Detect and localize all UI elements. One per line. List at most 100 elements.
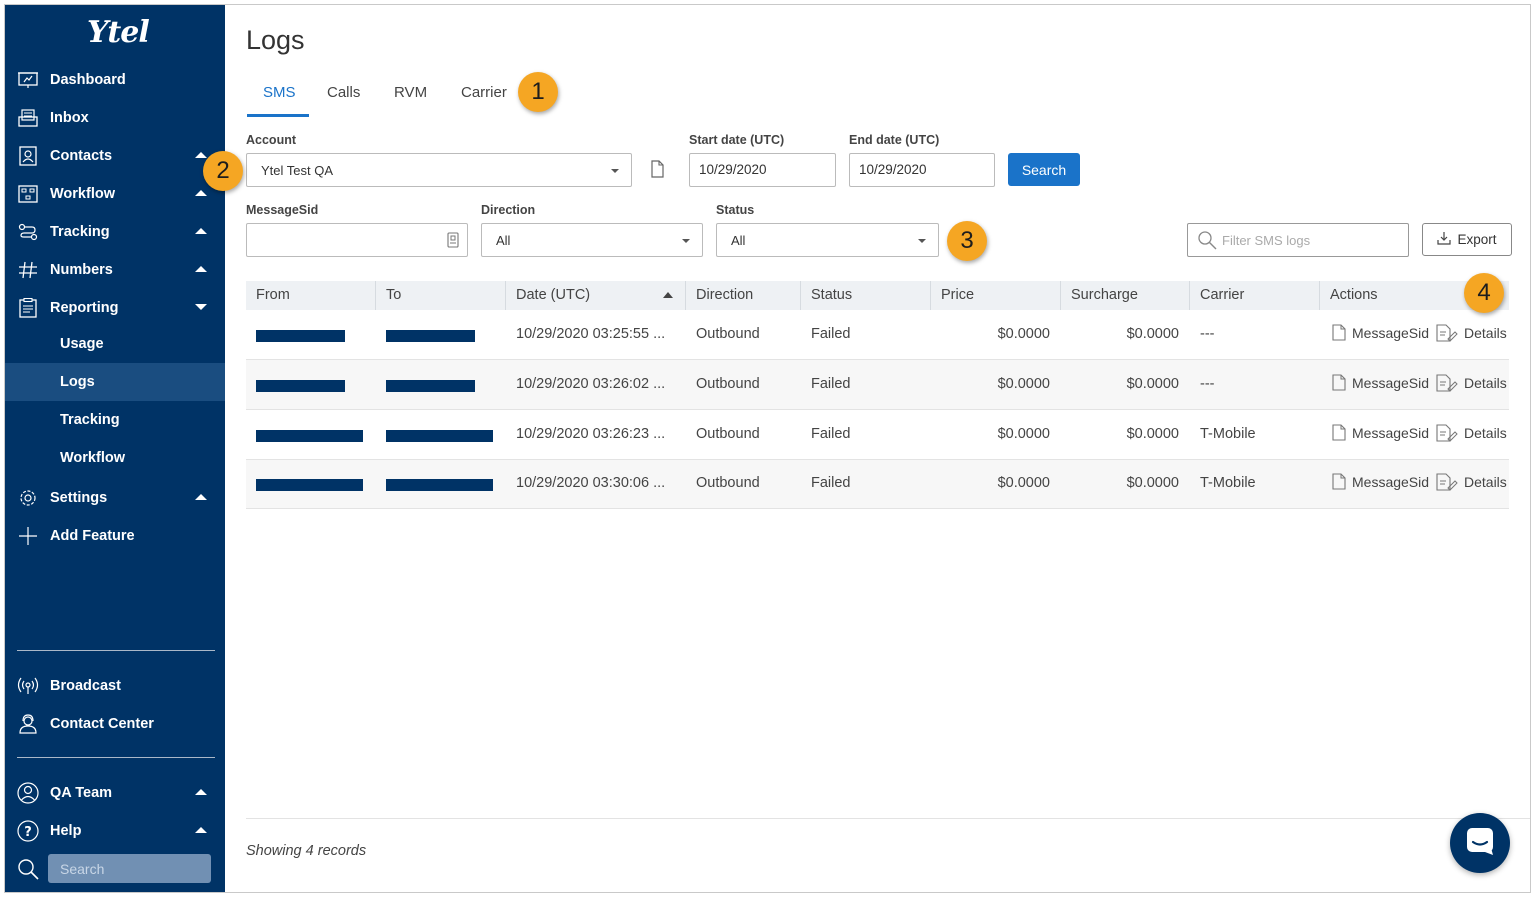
sidebar-item-contacts[interactable]: Contacts	[5, 137, 225, 175]
messagesid-action-label: MessageSid	[1352, 374, 1430, 391]
messagesid-action[interactable]: MessageSid	[1332, 424, 1429, 441]
column-header-to[interactable]: To	[376, 281, 506, 310]
account-select[interactable]: Ytel Test QA	[246, 153, 632, 187]
sidebar-divider	[17, 650, 215, 651]
messagesid-action[interactable]: MessageSid	[1332, 374, 1429, 391]
cell-surcharge: $0.0000	[1126, 475, 1179, 491]
cell-price: $0.0000	[997, 326, 1050, 342]
details-action[interactable]: Details	[1436, 374, 1507, 392]
sidebar-item-team[interactable]: QA Team	[5, 774, 225, 812]
sidebar-item-inbox[interactable]: Inbox	[5, 99, 225, 137]
sidebar-item-add-feature[interactable]: Add Feature	[5, 517, 225, 555]
sidebar-item-broadcast[interactable]: Broadcast	[5, 667, 225, 705]
main-content: Logs SMS Calls RVM Carrier 1 Account Yte…	[203, 5, 1530, 892]
sidebar-item-label: QA Team	[50, 785, 113, 801]
details-action[interactable]: Details	[1436, 424, 1507, 442]
cell-surcharge: $0.0000	[1126, 376, 1179, 392]
table-row[interactable]: 10/29/2020 03:26:02 ... Outbound Failed …	[246, 360, 1509, 410]
column-header-from[interactable]: From	[246, 281, 376, 310]
messagesid-input[interactable]	[246, 223, 468, 257]
cell-status: Failed	[811, 376, 851, 392]
sidebar-subitem-label: Usage	[60, 336, 104, 352]
export-button[interactable]: Export	[1422, 223, 1512, 256]
status-label: Status	[716, 203, 755, 217]
sidebar-item-label: Tracking	[50, 224, 110, 240]
end-date-input[interactable]: 10/29/2020	[849, 153, 995, 187]
tab-sms[interactable]: SMS	[263, 84, 296, 101]
filter-sms-logs-input[interactable]: Filter SMS logs	[1187, 223, 1409, 257]
messagesid-action[interactable]: MessageSid	[1332, 324, 1429, 341]
sidebar-item-label: Add Feature	[50, 528, 135, 544]
sidebar-item-label: Contacts	[50, 148, 113, 164]
column-header-direction[interactable]: Direction	[686, 281, 801, 310]
sidebar-item-settings[interactable]: Settings	[5, 479, 225, 517]
svg-text:?: ?	[24, 825, 32, 840]
table-row[interactable]: 10/29/2020 03:30:06 ... Outbound Failed …	[246, 460, 1509, 509]
callout-badge-2: 2	[203, 151, 243, 191]
table-row[interactable]: 10/29/2020 03:26:23 ... Outbound Failed …	[246, 410, 1509, 460]
messagesid-action-label: MessageSid	[1352, 424, 1430, 441]
sidebar-item-label: Reporting	[50, 300, 119, 316]
cell-status: Failed	[811, 426, 851, 442]
document-icon	[1332, 424, 1346, 441]
messagesid-action-label: MessageSid	[1352, 473, 1430, 490]
sidebar-subitem-usage[interactable]: Usage	[5, 325, 225, 363]
details-action[interactable]: Details	[1436, 473, 1507, 491]
tab-calls[interactable]: Calls	[327, 84, 360, 101]
record-count: Showing 4 records	[246, 843, 367, 859]
ytel-logo[interactable]: Ytel	[87, 15, 150, 50]
cell-price: $0.0000	[997, 475, 1050, 491]
sidebar-item-dashboard[interactable]: Dashboard	[5, 61, 225, 99]
sidebar-subitem-workflow[interactable]: Workflow	[5, 439, 225, 477]
sidebar-item-numbers[interactable]: Numbers	[5, 251, 225, 289]
direction-select-value: All	[496, 233, 511, 248]
sidebar-item-help[interactable]: ? Help	[5, 812, 225, 850]
sidebar-search-input[interactable]: Search	[48, 854, 211, 883]
sidebar-subitem-label: Tracking	[60, 412, 120, 428]
column-header-surcharge[interactable]: Surcharge	[1061, 281, 1190, 310]
search-icon	[17, 858, 39, 885]
search-button[interactable]: Search	[1008, 153, 1080, 186]
start-date-input[interactable]: 10/29/2020	[689, 153, 836, 187]
tab-rvm[interactable]: RVM	[394, 84, 427, 101]
export-button-label: Export	[1457, 232, 1497, 247]
tab-carrier[interactable]: Carrier	[461, 84, 507, 101]
cell-surcharge: $0.0000	[1126, 326, 1179, 342]
details-action-label: Details	[1464, 474, 1507, 490]
gear-icon	[17, 488, 39, 508]
sidebar-subitem-logs[interactable]: Logs	[5, 363, 225, 401]
chevron-up-icon	[195, 789, 207, 795]
redacted-from	[256, 430, 363, 442]
details-action-label: Details	[1464, 425, 1507, 441]
details-action[interactable]: Details	[1436, 324, 1507, 342]
sidebar-item-label: Inbox	[50, 110, 89, 126]
edit-document-icon	[1436, 374, 1458, 392]
sidebar-item-contact-center[interactable]: Contact Center	[5, 705, 225, 743]
cell-direction: Outbound	[696, 475, 760, 491]
column-header-carrier[interactable]: Carrier	[1190, 281, 1320, 310]
sidebar-subitem-tracking[interactable]: Tracking	[5, 401, 225, 439]
cell-surcharge: $0.0000	[1126, 426, 1179, 442]
sidebar-item-workflow[interactable]: Workflow	[5, 175, 225, 213]
page-title: Logs	[246, 25, 305, 55]
column-header-date[interactable]: Date (UTC)	[506, 281, 686, 310]
cell-carrier: ---	[1200, 376, 1215, 392]
chevron-up-icon	[195, 152, 207, 158]
sidebar-item-tracking[interactable]: Tracking	[5, 213, 225, 251]
messagesid-action[interactable]: MessageSid	[1332, 473, 1429, 490]
column-header-status[interactable]: Status	[801, 281, 931, 310]
search-icon	[1197, 230, 1217, 253]
table-row[interactable]: 10/29/2020 03:25:55 ... Outbound Failed …	[246, 310, 1509, 360]
column-header-price[interactable]: Price	[931, 281, 1061, 310]
chat-launcher-button[interactable]	[1450, 813, 1510, 873]
sort-ascending-icon	[663, 292, 673, 298]
status-select[interactable]: All	[716, 223, 939, 257]
account-select-value: Ytel Test QA	[261, 163, 334, 178]
broadcast-icon	[17, 676, 39, 696]
sidebar-item-reporting[interactable]: Reporting	[5, 289, 225, 327]
copy-icon[interactable]	[649, 160, 665, 183]
redacted-to	[386, 430, 493, 442]
sidebar-item-label: Workflow	[50, 186, 115, 202]
caret-down-icon	[611, 169, 619, 173]
direction-select[interactable]: All	[481, 223, 703, 257]
